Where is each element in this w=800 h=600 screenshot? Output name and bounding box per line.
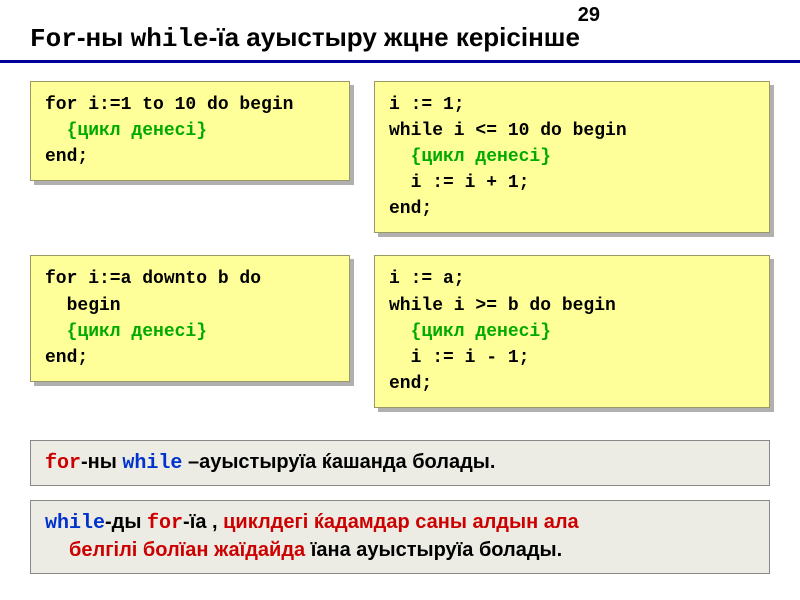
note2-seg1: -ды bbox=[105, 511, 147, 533]
page-title: For-ны while-їа ауыстыру жцне керісінше bbox=[0, 0, 800, 63]
code-line: end; bbox=[45, 147, 88, 167]
title-while-kw: while bbox=[131, 24, 209, 54]
code-line: i := i - 1; bbox=[389, 348, 529, 368]
code-line: i := a; bbox=[389, 269, 465, 289]
note-2: while-ды for-їа , циклдегі ќадамдар саны… bbox=[30, 500, 770, 574]
code-line: i := i + 1; bbox=[389, 173, 529, 193]
for-loop-1: for i:=1 to 10 do begin {цикл денесі} en… bbox=[30, 81, 350, 181]
note2-for: for bbox=[147, 512, 183, 535]
note1-for: for bbox=[45, 452, 81, 475]
page-number: 29 bbox=[578, 4, 600, 27]
code-line: begin bbox=[45, 296, 121, 316]
code-line: while i <= 10 do begin bbox=[389, 121, 627, 141]
code-body: {цикл денесі} bbox=[389, 322, 551, 342]
note-1: for-ны while –ауыстыруїа ќашанда болады. bbox=[30, 440, 770, 486]
note1-while: while bbox=[122, 452, 182, 475]
title-for-kw: For bbox=[30, 24, 77, 54]
example-row-2: for i:=a downto b do begin {цикл денесі}… bbox=[30, 255, 770, 407]
note2-red1: циклдегі ќадамдар саны алдын ала bbox=[223, 511, 579, 533]
note2-tail: їана ауыстыруїа болады. bbox=[311, 539, 562, 561]
code-line: end; bbox=[389, 374, 432, 394]
content-area: for i:=1 to 10 do begin {цикл денесі} en… bbox=[0, 63, 800, 440]
for-loop-2: for i:=a downto b do begin {цикл денесі}… bbox=[30, 255, 350, 381]
code-line: for i:=1 to 10 do begin bbox=[45, 95, 293, 115]
code-line: i := 1; bbox=[389, 95, 465, 115]
while-loop-1: i := 1; while i <= 10 do begin {цикл ден… bbox=[374, 81, 770, 233]
code-body: {цикл денесі} bbox=[45, 121, 207, 141]
code-line: while i >= b do begin bbox=[389, 296, 616, 316]
code-line: for i:=a downto b do bbox=[45, 269, 261, 289]
title-seg2: -їа ауыстыру жцне керісінше bbox=[209, 22, 580, 52]
while-loop-2: i := a; while i >= b do begin {цикл дене… bbox=[374, 255, 770, 407]
code-line: end; bbox=[389, 199, 432, 219]
code-line: end; bbox=[45, 348, 88, 368]
note2-red2: белгілі болїан жаїдайда bbox=[69, 539, 311, 561]
title-seg1: -ны bbox=[77, 22, 131, 52]
code-body: {цикл денесі} bbox=[45, 322, 207, 342]
note1-seg1: -ны bbox=[81, 451, 122, 473]
example-row-1: for i:=1 to 10 do begin {цикл денесі} en… bbox=[30, 81, 770, 233]
code-body: {цикл денесі} bbox=[389, 147, 551, 167]
note1-seg2: –ауыстыруїа ќашанда болады. bbox=[182, 451, 495, 473]
note2-seg2: -їа , bbox=[183, 511, 223, 533]
note2-while: while bbox=[45, 512, 105, 535]
